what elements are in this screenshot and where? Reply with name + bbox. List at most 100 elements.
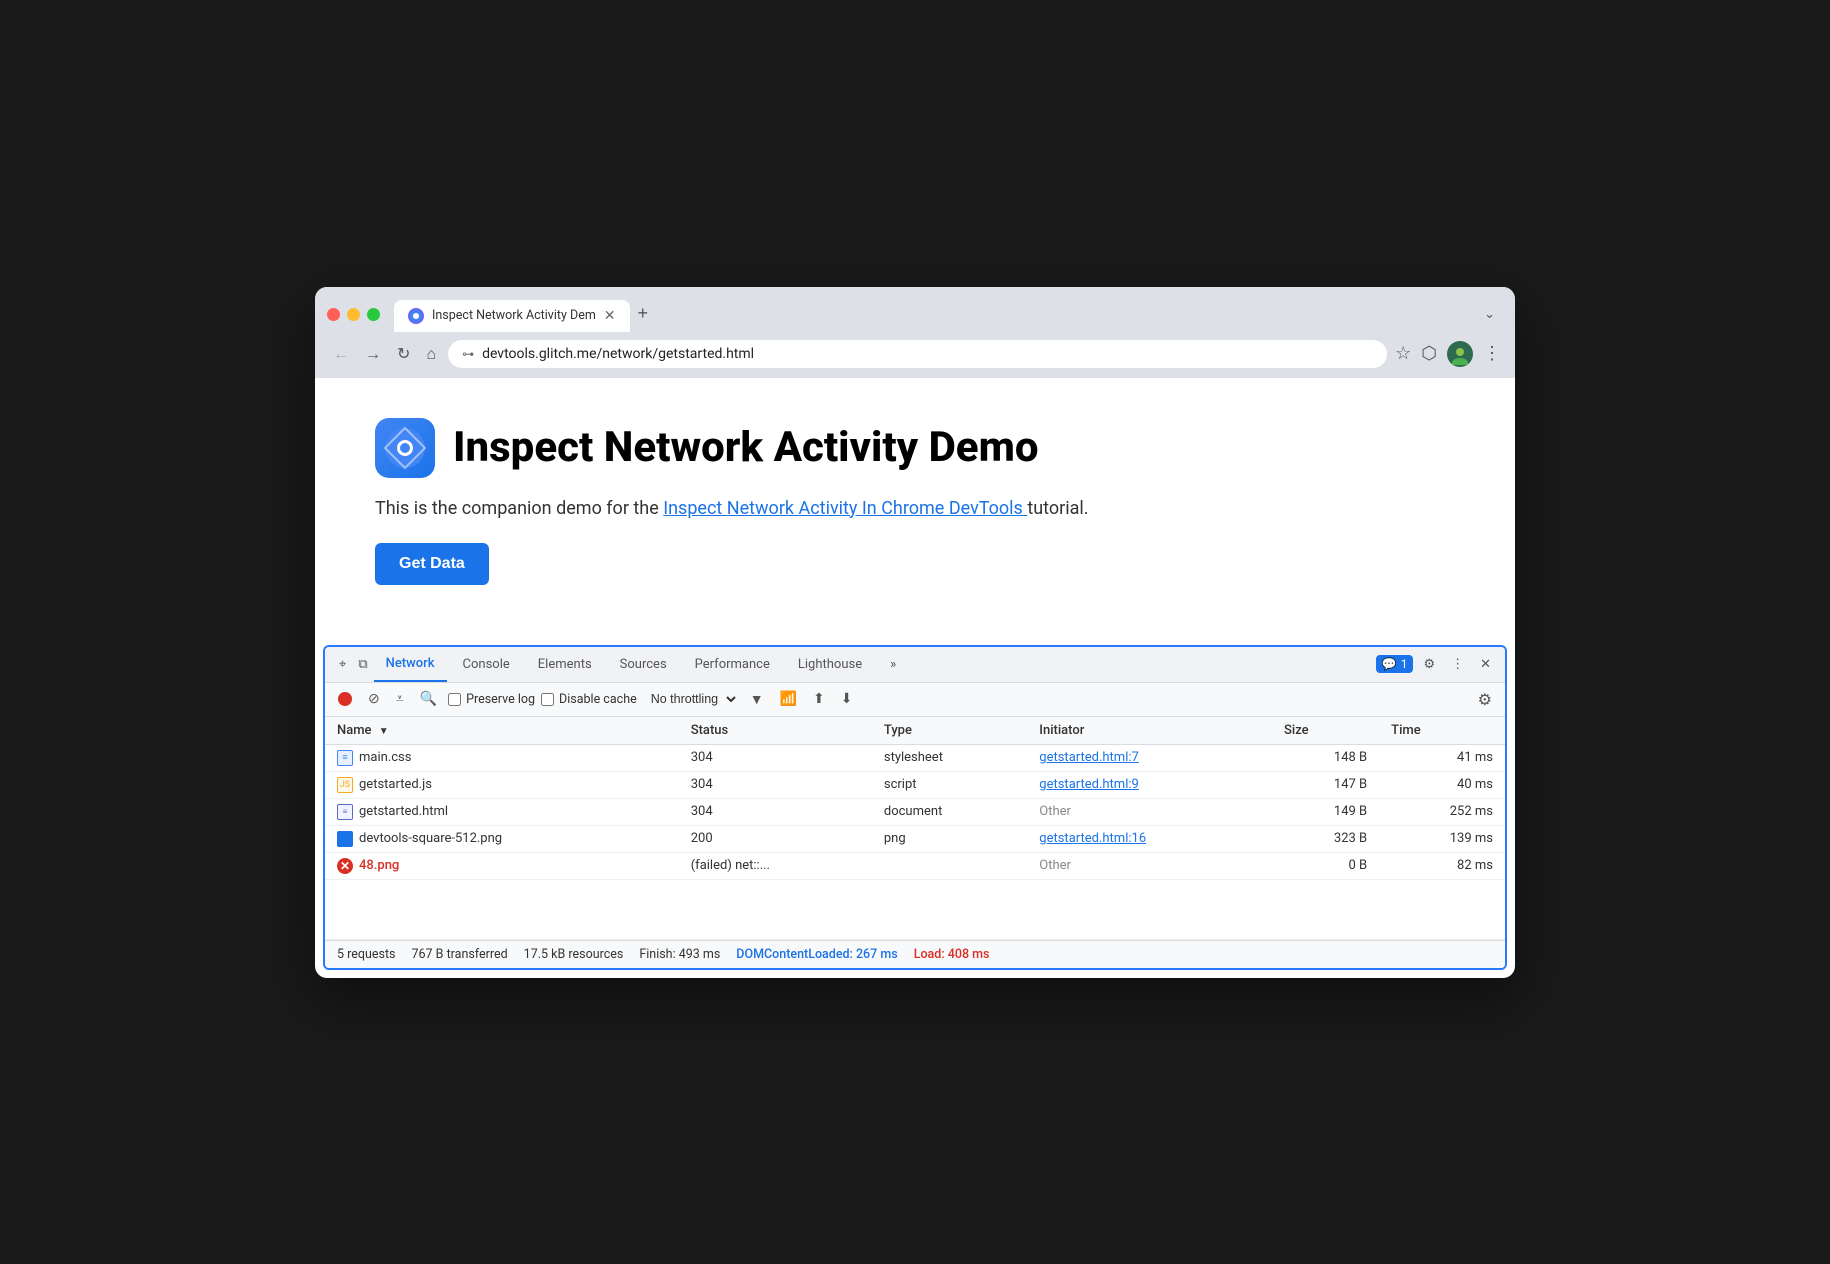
url-bar[interactable]: ⊶ devtools.glitch.me/network/getstarted.…	[448, 340, 1387, 368]
inspector-icon[interactable]: ⌖	[333, 653, 352, 676]
minimize-traffic-light[interactable]	[347, 308, 360, 321]
page-content: Inspect Network Activity Demo This is th…	[315, 378, 1515, 645]
file-name: getstarted.html	[359, 804, 448, 819]
tab-lighthouse[interactable]: Lighthouse	[786, 646, 874, 682]
transferred-size: 767 B transferred	[412, 947, 508, 962]
tabs-area: Inspect Network Activity Dem ✕ +	[394, 297, 1466, 332]
tab-dropdown-button[interactable]: ⌄	[1476, 301, 1503, 328]
disable-cache-checkbox-group[interactable]: Disable cache	[541, 692, 637, 707]
filter-button[interactable]: ⩡	[391, 688, 409, 710]
initiator-cell: Other	[1027, 798, 1272, 825]
initiator-link[interactable]: getstarted.html:9	[1039, 777, 1139, 792]
initiator-cell: getstarted.html:9	[1027, 771, 1272, 798]
status-cell: 304	[679, 744, 872, 771]
get-data-button[interactable]: Get Data	[375, 543, 489, 585]
record-stop-button[interactable]	[333, 689, 357, 709]
traffic-lights	[327, 308, 380, 321]
devtools-close-button[interactable]: ✕	[1474, 653, 1497, 676]
size-cell: 149 B	[1272, 798, 1379, 825]
initiator-link[interactable]: getstarted.html:7	[1039, 750, 1139, 765]
devtools-toolbar: ⌖ ⧉ Network Console Elements Sources Per…	[325, 647, 1505, 683]
tab-network[interactable]: Network	[374, 646, 447, 682]
page-title: Inspect Network Activity Demo	[453, 423, 1039, 472]
status-cell: 304	[679, 798, 872, 825]
preserve-log-checkbox-group[interactable]: Preserve log	[448, 692, 535, 707]
png-file-icon	[337, 831, 353, 847]
preserve-log-label: Preserve log	[466, 692, 535, 707]
type-cell: document	[872, 798, 1027, 825]
throttling-dropdown-icon[interactable]: ▼	[745, 688, 769, 711]
active-tab[interactable]: Inspect Network Activity Dem ✕	[394, 300, 630, 332]
file-name-cell: ≡ getstarted.html	[325, 798, 679, 825]
tab-more[interactable]: »	[878, 646, 908, 682]
table-row: JS getstarted.js 304 script getstarted.h…	[325, 771, 1505, 798]
file-name: devtools-square-512.png	[359, 831, 502, 846]
css-file-icon: ≡	[337, 750, 353, 766]
device-icon[interactable]: ⧉	[352, 653, 373, 676]
file-name: main.css	[359, 750, 411, 765]
forward-button[interactable]: →	[361, 340, 385, 368]
status-cell-error: (failed) net::...	[679, 852, 872, 879]
url-text: devtools.glitch.me/network/getstarted.ht…	[482, 346, 1373, 362]
network-table: Name ▼ Status Type Initiator Size Time	[325, 717, 1505, 940]
type-cell	[872, 852, 1027, 879]
devtools-more-button[interactable]: ⋮	[1445, 653, 1470, 676]
tutorial-link[interactable]: Inspect Network Activity In Chrome DevTo…	[663, 498, 1027, 519]
clear-button[interactable]: ⊘	[363, 688, 385, 710]
type-cell: png	[872, 825, 1027, 852]
load-time: Load: 408 ms	[914, 947, 990, 962]
chat-badge[interactable]: 💬 1	[1376, 655, 1414, 673]
empty-space-row	[325, 879, 1505, 939]
tab-sources[interactable]: Sources	[608, 646, 679, 682]
table-row: ≡ getstarted.html 304 document Other 149…	[325, 798, 1505, 825]
record-icon	[338, 692, 352, 706]
tab-close-icon[interactable]: ✕	[604, 309, 616, 323]
initiator-other: Other	[1039, 858, 1071, 873]
time-cell: 41 ms	[1379, 744, 1505, 771]
error-file-icon: ✕	[337, 858, 353, 874]
clear-icon: ⊘	[368, 691, 380, 707]
initiator-link[interactable]: getstarted.html:16	[1039, 831, 1146, 846]
new-tab-button[interactable]: +	[630, 297, 657, 330]
disable-cache-checkbox[interactable]	[541, 693, 554, 706]
download-icon: ⬇	[836, 688, 858, 710]
html-file-icon: ≡	[337, 804, 353, 820]
home-button[interactable]: ⌂	[422, 340, 440, 368]
chrome-menu-button[interactable]: ⋮	[1483, 343, 1501, 364]
col-initiator: Initiator	[1027, 717, 1272, 745]
col-time: Time	[1379, 717, 1505, 745]
status-cell: 200	[679, 825, 872, 852]
throttling-select[interactable]: No throttling	[643, 689, 739, 709]
search-button[interactable]: 🔍	[415, 688, 442, 710]
network-table-wrapper: Name ▼ Status Type Initiator Size Time	[325, 717, 1505, 940]
maximize-traffic-light[interactable]	[367, 308, 380, 321]
initiator-cell: getstarted.html:7	[1027, 744, 1272, 771]
chat-icon: 💬	[1382, 657, 1397, 671]
tab-title: Inspect Network Activity Dem	[432, 308, 596, 323]
close-traffic-light[interactable]	[327, 308, 340, 321]
back-button[interactable]: ←	[329, 340, 353, 368]
profile-avatar[interactable]	[1447, 341, 1473, 367]
devtools-tabs: Network Console Elements Sources Perform…	[374, 646, 1376, 682]
initiator-cell: Other	[1027, 852, 1272, 879]
tab-console[interactable]: Console	[451, 646, 522, 682]
tab-performance[interactable]: Performance	[683, 646, 782, 682]
extension-button[interactable]: ⬡	[1421, 343, 1437, 364]
reload-button[interactable]: ↻	[393, 340, 414, 367]
devtools-settings-button[interactable]: ⚙	[1417, 653, 1441, 676]
finish-time: Finish: 493 ms	[639, 947, 720, 962]
preserve-log-checkbox[interactable]	[448, 693, 461, 706]
file-name-cell: JS getstarted.js	[325, 771, 679, 798]
tab-elements[interactable]: Elements	[526, 646, 604, 682]
bookmark-button[interactable]: ☆	[1395, 343, 1411, 364]
address-bar: ← → ↻ ⌂ ⊶ devtools.glitch.me/network/get…	[315, 332, 1515, 378]
network-settings-button[interactable]: ⚙	[1473, 687, 1497, 712]
size-cell-error: 0 B	[1272, 852, 1379, 879]
size-cell: 148 B	[1272, 744, 1379, 771]
time-cell: 40 ms	[1379, 771, 1505, 798]
initiator-cell: getstarted.html:16	[1027, 825, 1272, 852]
table-row: ✕ 48.png (failed) net::... Other 0 B 82 …	[325, 852, 1505, 879]
filter-icon: ⩡	[396, 691, 404, 707]
table-row: devtools-square-512.png 200 png getstart…	[325, 825, 1505, 852]
type-cell: stylesheet	[872, 744, 1027, 771]
